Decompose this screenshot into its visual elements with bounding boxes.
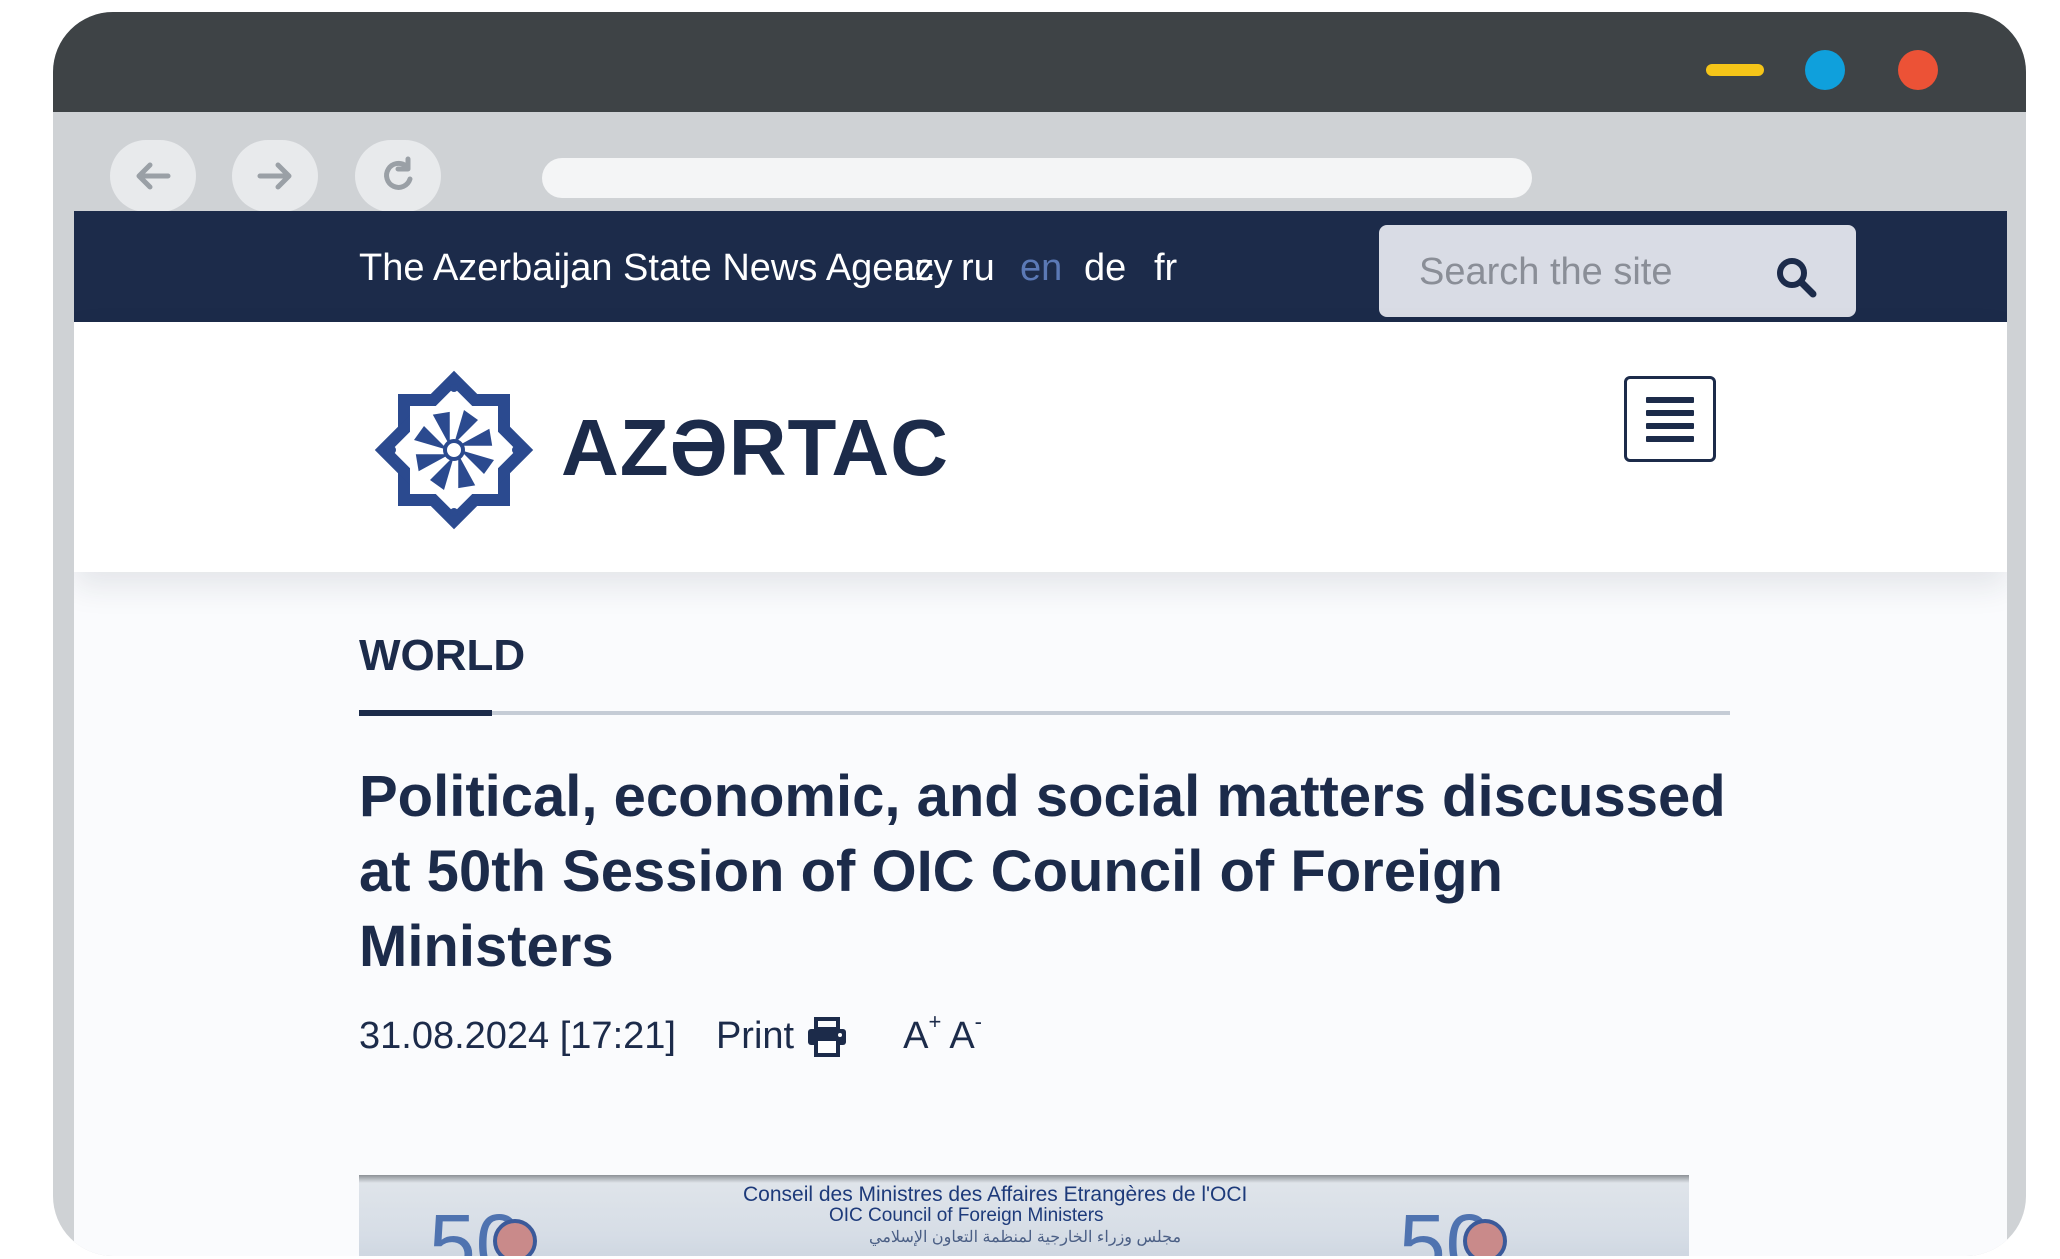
search-placeholder: Search the site <box>1419 251 1673 293</box>
arrow-left-icon <box>136 162 171 190</box>
oic-50-emblem-icon: 50 <box>429 1197 537 1256</box>
back-button[interactable] <box>110 140 196 212</box>
maximize-button[interactable] <box>1805 50 1845 90</box>
article-photo: 50 Conseil des Ministres des Affaires Et… <box>359 1175 1689 1256</box>
azertac-logo-text[interactable]: AZƏRTAC <box>561 402 949 494</box>
minimize-button[interactable] <box>1706 64 1764 76</box>
language-link-fr[interactable]: fr <box>1154 247 1177 290</box>
article-date: 31.08.2024 [17:21] <box>359 1015 676 1057</box>
reload-icon <box>384 156 413 190</box>
font-increase-sign: + <box>928 1009 942 1034</box>
print-label: Print <box>715 1015 795 1057</box>
photo-caption-french: Conseil des Ministres des Affaires Etran… <box>743 1183 1248 1206</box>
title-bar <box>53 12 2026 112</box>
hamburger-menu-icon <box>1646 422 1694 429</box>
article-headline: Political, economic, and social matters … <box>359 764 1726 979</box>
font-increase-letter: A <box>903 1015 929 1057</box>
page-viewport: The Azerbaijan State News Agency az ru e… <box>74 211 2007 1256</box>
language-link-az[interactable]: az <box>894 247 934 290</box>
section-divider <box>359 711 1730 715</box>
reload-button[interactable] <box>355 140 441 212</box>
photo-caption-english: OIC Council of Foreign Ministers <box>829 1205 1104 1226</box>
site-header: AZƏRTAC <box>74 322 2007 572</box>
address-bar[interactable] <box>542 158 1532 198</box>
section-label[interactable]: WORLD <box>359 631 525 681</box>
top-bar: The Azerbaijan State News Agency az ru e… <box>74 211 2007 322</box>
language-link-de[interactable]: de <box>1084 247 1126 290</box>
font-decrease-sign: - <box>974 1009 982 1034</box>
language-link-ru[interactable]: ru <box>961 247 995 290</box>
font-decrease-letter: A <box>949 1015 975 1057</box>
font-increase-button[interactable]: A + <box>903 1011 941 1058</box>
search-input[interactable]: Search the site <box>1379 225 1856 317</box>
close-button[interactable] <box>1898 50 1938 90</box>
hamburger-menu-icon <box>1646 435 1694 442</box>
print-button[interactable]: Print <box>716 1015 848 1058</box>
agency-name: The Azerbaijan State News Agency <box>359 247 953 289</box>
photo-caption-arabic: مجلس وزراء الخارجية لمنظمة التعاون الإسل… <box>869 1229 1182 1246</box>
forward-button[interactable] <box>232 140 318 212</box>
printer-icon <box>808 1016 847 1057</box>
search-icon[interactable] <box>1774 255 1818 299</box>
section-divider-active <box>359 710 492 716</box>
hamburger-menu-button[interactable] <box>1624 376 1716 462</box>
font-decrease-button[interactable]: A- <box>949 1011 982 1058</box>
browser-window: The Azerbaijan State News Agency az ru e… <box>53 12 2026 1256</box>
azertac-logo-icon[interactable] <box>374 370 534 530</box>
language-link-en[interactable]: en <box>1020 247 1062 290</box>
oic-50-emblem-icon: 50 <box>1399 1197 1507 1256</box>
arrow-right-icon <box>257 162 292 190</box>
hamburger-menu-icon <box>1646 396 1694 403</box>
article-meta: 31.08.2024 [17:21] Print A + A- <box>359 1011 982 1058</box>
font-size-controls: A + A- <box>903 1011 982 1058</box>
hamburger-menu-icon <box>1646 409 1694 416</box>
browser-toolbar <box>75 112 2004 212</box>
